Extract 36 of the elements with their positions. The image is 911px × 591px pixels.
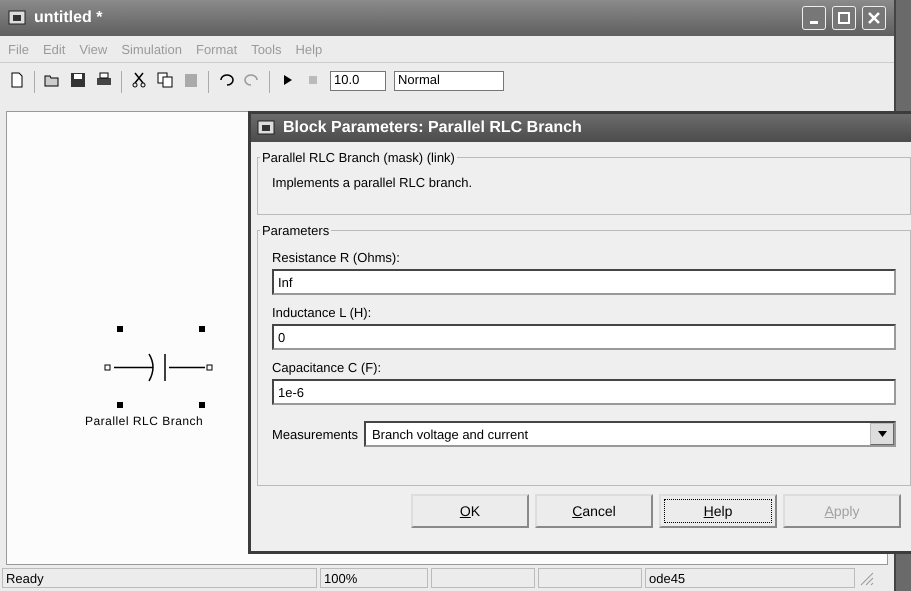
app-icon bbox=[257, 119, 277, 137]
field-label: Capacitance C (F): bbox=[272, 360, 382, 375]
zoom-level: 100% bbox=[320, 568, 428, 588]
dropdown-arrow-button[interactable] bbox=[870, 423, 894, 445]
block-label: Parallel RLC Branch bbox=[85, 414, 204, 428]
input-field[interactable]: 0 bbox=[272, 324, 896, 350]
maximize-button[interactable] bbox=[832, 6, 856, 30]
app-icon bbox=[8, 9, 28, 27]
status-message: Ready bbox=[2, 568, 317, 588]
save-icon[interactable] bbox=[69, 71, 87, 89]
input-field[interactable]: Inf bbox=[272, 269, 896, 295]
down-triangle-icon bbox=[878, 431, 886, 437]
simulation-mode-dropdown[interactable]: Normal bbox=[394, 71, 504, 91]
maximize-icon bbox=[838, 12, 850, 24]
close-icon bbox=[868, 12, 880, 24]
minimize-button[interactable] bbox=[802, 6, 826, 30]
field-label: Resistance R (Ohms): bbox=[272, 250, 401, 265]
minimize-icon bbox=[810, 20, 818, 24]
field-label: Inductance L (H): bbox=[272, 305, 372, 320]
dialog-button[interactable]: OK bbox=[411, 494, 529, 528]
solver-name: ode45 bbox=[645, 568, 855, 588]
resize-grip-icon[interactable] bbox=[858, 570, 874, 586]
field-label: Measurements bbox=[272, 426, 358, 442]
group-title: Parallel RLC Branch (mask) (link) bbox=[261, 150, 456, 165]
group-title: Parameters bbox=[261, 223, 330, 238]
measurements-dropdown[interactable]: Branch voltage and current bbox=[364, 421, 896, 447]
stop-time-field[interactable]: 10.0 bbox=[330, 71, 386, 91]
input-field[interactable]: 1e-6 bbox=[272, 379, 896, 405]
dialog-button[interactable]: Cancel bbox=[535, 494, 653, 528]
window-title: untitled * bbox=[34, 9, 104, 27]
dialog-title: Block Parameters: Parallel RLC Branch bbox=[283, 119, 582, 137]
copy-icon[interactable] bbox=[156, 71, 174, 89]
close-button[interactable] bbox=[862, 6, 886, 30]
description-text: Implements a parallel RLC branch. bbox=[272, 175, 474, 190]
cut-icon[interactable] bbox=[130, 71, 148, 89]
dialog-button[interactable]: Help bbox=[659, 494, 777, 528]
